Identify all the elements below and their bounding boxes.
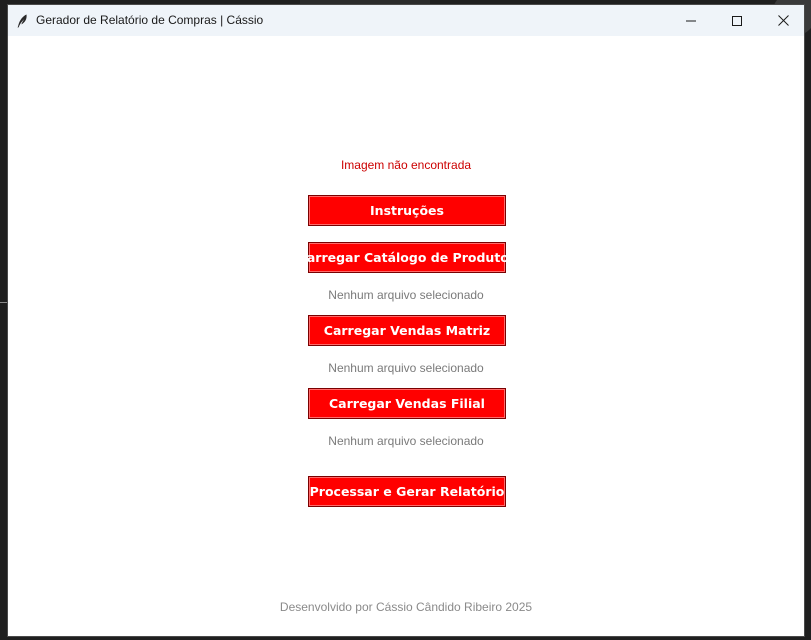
title-bar[interactable]: Gerador de Relatório de Compras | Cássio (8, 5, 804, 36)
image-status-text: Imagem não encontrada (340, 158, 472, 172)
maximize-icon (732, 15, 742, 26)
process-report-button[interactable]: Processar e Gerar Relatório (308, 476, 506, 507)
sales-matrix-file-status: Nenhum arquivo selecionado (328, 361, 484, 375)
close-icon (777, 15, 789, 26)
feather-icon (14, 13, 30, 29)
minimize-button[interactable] (668, 5, 714, 36)
main-content: Imagem não encontrada Instruções Carrega… (8, 36, 804, 636)
minimize-icon (686, 16, 696, 26)
maximize-button[interactable] (714, 5, 760, 36)
instructions-button[interactable]: Instruções (308, 195, 506, 226)
load-sales-matrix-button[interactable]: Carregar Vendas Matriz (308, 315, 506, 346)
app-window: Gerador de Relatório de Compras | Cássio… (7, 4, 805, 637)
sales-branch-file-status: Nenhum arquivo selecionado (328, 434, 484, 448)
window-title: Gerador de Relatório de Compras | Cássio (36, 13, 264, 27)
load-catalog-button[interactable]: Carregar Catálogo de Produtos (298, 242, 516, 273)
close-button[interactable] (760, 5, 804, 36)
footer-credits: Desenvolvido por Cássio Cândido Ribeiro … (279, 600, 533, 614)
load-sales-branch-button[interactable]: Carregar Vendas Filial (308, 388, 506, 419)
catalog-file-status: Nenhum arquivo selecionado (328, 288, 484, 302)
